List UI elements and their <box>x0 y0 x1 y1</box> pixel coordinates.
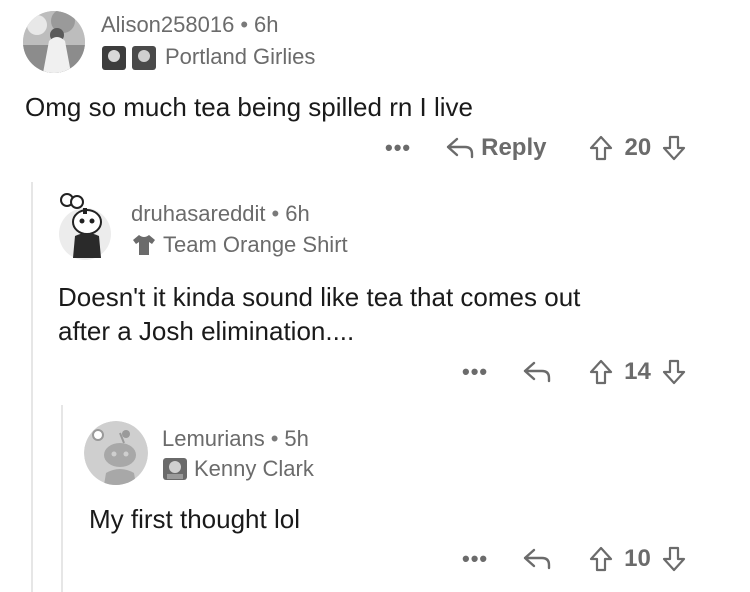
reply-arrow-icon <box>523 361 551 383</box>
more-options-icon[interactable]: ••• <box>462 546 488 572</box>
timestamp: 6h <box>285 201 310 226</box>
downvote-arrow-icon[interactable] <box>661 358 687 386</box>
flair-emoji-icon <box>102 46 156 70</box>
timestamp: 5h <box>284 426 309 451</box>
flair-text: Portland Girlies <box>165 44 316 69</box>
more-options-icon[interactable]: ••• <box>385 135 411 161</box>
user-flair: Team Orange Shirt <box>131 232 348 258</box>
comment-body-line: Doesn't it kinda sound like tea that com… <box>58 282 581 312</box>
separator-dot: • <box>270 426 279 451</box>
comment-body: My first thought lol <box>89 504 300 534</box>
snoo-avatar-icon <box>59 193 111 260</box>
reply-arrow-icon <box>523 548 551 570</box>
reply-button[interactable] <box>522 546 552 572</box>
reply-arrow-icon <box>446 137 474 159</box>
vote-count: 14 <box>624 358 651 385</box>
comment-meta: druhasareddit • 6h <box>131 201 310 227</box>
flair-text: Team Orange Shirt <box>163 232 348 257</box>
separator-dot: • <box>271 201 280 226</box>
reply-button[interactable]: Reply <box>445 134 546 162</box>
more-options-icon[interactable]: ••• <box>462 359 488 385</box>
snoo-avatar-icon <box>84 421 148 485</box>
upvote-arrow-icon[interactable] <box>588 545 614 573</box>
vote-controls: 10 <box>588 545 687 573</box>
comment-actions: ••• 14 <box>462 358 687 386</box>
vote-controls: 20 <box>588 134 687 162</box>
comment-body: Omg so much tea being spilled rn I live <box>25 92 473 122</box>
upvote-arrow-icon[interactable] <box>588 358 614 386</box>
upvote-arrow-icon[interactable] <box>588 134 614 162</box>
vote-count: 20 <box>624 134 652 161</box>
downvote-arrow-icon[interactable] <box>661 134 687 162</box>
vote-count: 10 <box>624 545 651 572</box>
flair-emoji-icon <box>163 458 187 480</box>
comment-actions: ••• 10 <box>462 545 687 573</box>
user-flair: Portland Girlies <box>101 44 315 70</box>
user-avatar-druhasareddit[interactable] <box>53 192 117 260</box>
user-avatar-lemurians[interactable] <box>84 421 148 485</box>
timestamp: 6h <box>254 12 279 37</box>
downvote-arrow-icon[interactable] <box>661 545 687 573</box>
thread-line-level-1[interactable] <box>31 182 33 592</box>
separator-dot: • <box>240 12 249 37</box>
vote-controls: 14 <box>588 358 687 386</box>
username[interactable]: druhasareddit <box>131 201 266 226</box>
comment-meta: Lemurians • 5h <box>162 426 309 452</box>
user-avatar-alison[interactable] <box>23 11 85 73</box>
comment-meta: Alison258016 • 6h <box>101 12 279 38</box>
username[interactable]: Lemurians <box>162 426 265 451</box>
user-flair: Kenny Clark <box>162 456 314 482</box>
comment-actions: ••• Reply 20 <box>385 134 687 162</box>
comment-body-line: after a Josh elimination.... <box>58 316 355 346</box>
comment-body: Doesn't it kinda sound like tea that com… <box>58 280 580 348</box>
thread-line-level-2[interactable] <box>61 405 63 592</box>
reply-button[interactable] <box>522 359 552 385</box>
tshirt-icon <box>133 235 155 255</box>
avatar-photo-icon <box>23 11 85 73</box>
reply-label: Reply <box>481 134 547 161</box>
username[interactable]: Alison258016 <box>101 12 234 37</box>
flair-text: Kenny Clark <box>194 456 314 481</box>
